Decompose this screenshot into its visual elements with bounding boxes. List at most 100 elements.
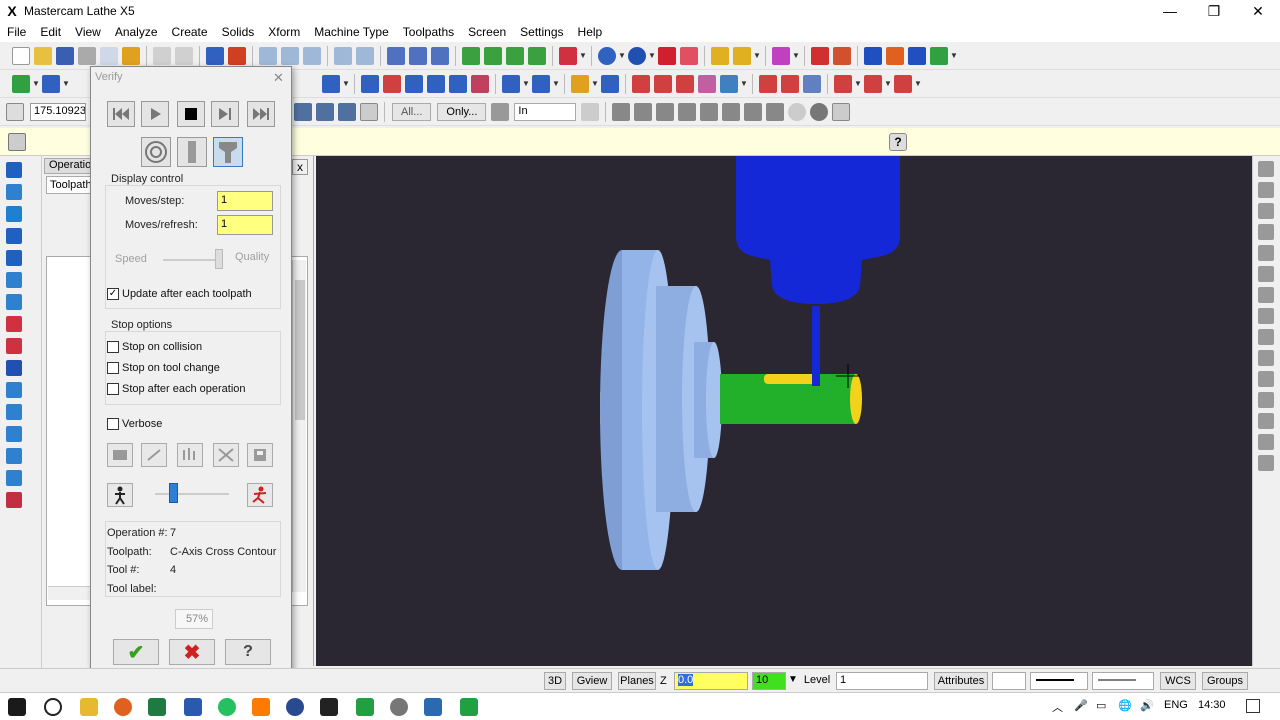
help-icon[interactable] [360,102,378,121]
select-all-button[interactable]: All... [392,102,432,121]
isometric-view-icon[interactable] [528,46,546,65]
pencil-icon[interactable] [711,46,729,65]
compare-button[interactable] [213,443,239,467]
solid-box-icon[interactable] [6,360,22,376]
whatsapp-icon[interactable] [218,698,236,716]
network-icon[interactable]: 🌐 [1118,699,1132,712]
view-3d-button[interactable]: 3D [544,672,566,690]
area-select-icon[interactable] [700,102,719,121]
point-icon[interactable] [12,74,30,93]
view-named-icon[interactable] [1258,413,1274,429]
measure-button[interactable] [141,443,167,467]
wire-shading-icon[interactable] [680,46,698,65]
view-rotate-icon[interactable] [1258,224,1274,240]
fillet-icon[interactable] [698,74,716,93]
step-button[interactable] [211,101,239,127]
planes-button[interactable]: Planes [618,672,656,690]
minimize-button[interactable]: — [1148,0,1192,22]
fast-point-icon[interactable] [338,102,356,121]
assembly-icon[interactable] [6,492,22,508]
box-icon[interactable] [6,272,22,288]
battery-icon[interactable]: ▭ [1096,699,1106,712]
camtasia-icon[interactable] [356,698,374,716]
open-folder-icon[interactable] [34,46,52,65]
verify-select-icon[interactable] [766,102,785,121]
language-indicator[interactable]: ENG [1164,699,1188,711]
illustrator-icon[interactable] [252,698,270,716]
menu-file[interactable]: File [0,25,33,39]
dimension-icon[interactable] [571,74,589,93]
operations-vertical-scrollbar[interactable] [292,260,306,592]
chamfer-icon[interactable] [676,74,694,93]
fast-forward-button[interactable] [247,101,275,127]
color-dropdown-icon[interactable]: ▼ [788,674,798,685]
drawing-icon[interactable] [6,470,22,486]
attributes-button[interactable]: Attributes [934,672,988,690]
prompt-help-icon[interactable]: ? [889,133,907,151]
moves-step-field[interactable]: 1 [217,191,273,211]
exit-icon[interactable] [930,46,948,65]
lathe-groove-icon[interactable] [803,74,821,93]
file-explorer-icon[interactable] [80,698,98,716]
moves-refresh-field[interactable]: 1 [217,215,273,235]
view-back-icon[interactable] [1258,245,1274,261]
translate-icon[interactable] [502,74,520,93]
view-top-icon[interactable] [1258,161,1274,177]
front-view-icon[interactable] [484,46,502,65]
close-button[interactable]: ✕ [1236,0,1280,22]
line-width-combo[interactable] [1092,672,1154,690]
extrude-icon[interactable] [6,294,22,310]
stop-button[interactable] [177,101,205,127]
wand-icon[interactable] [772,46,790,65]
draft-icon[interactable] [6,426,22,442]
line-style-combo[interactable] [1030,672,1088,690]
line-icon[interactable] [42,74,60,93]
menu-machine-type[interactable]: Machine Type [307,25,396,39]
screen-fit-icon[interactable] [228,46,246,65]
side-view-icon[interactable] [506,46,524,65]
select-help-icon[interactable] [832,102,851,121]
menu-settings[interactable]: Settings [513,25,570,39]
excel-icon[interactable] [148,698,166,716]
media-player-icon[interactable] [390,698,408,716]
cancel-button[interactable]: ✖ [169,639,215,665]
z-depth-field[interactable]: 0.0 [674,672,748,690]
word-icon[interactable] [184,698,202,716]
view-tplane-icon[interactable] [1258,371,1274,387]
no-select-icon[interactable] [788,102,807,121]
selection-mode-icon[interactable] [491,102,510,121]
sphere-icon[interactable] [628,46,646,65]
menu-screen[interactable]: Screen [461,25,513,39]
layout-icon[interactable] [6,448,22,464]
stop-after-operation-checkbox[interactable] [107,383,119,395]
trim-icon[interactable] [361,74,379,93]
dynamic-rotate-icon[interactable] [431,46,449,65]
rewind-button[interactable] [107,101,135,127]
view-right-icon[interactable] [1258,203,1274,219]
ok-button[interactable]: ✔ [113,639,159,665]
cube-icon[interactable] [6,250,22,266]
body-select-icon[interactable] [810,102,829,121]
solid-select-icon[interactable] [722,102,741,121]
backplot-icon[interactable] [864,46,882,65]
menu-view[interactable]: View [68,25,108,39]
selection-combo[interactable]: In [514,102,577,121]
stop-on-tool-change-checkbox[interactable] [107,362,119,374]
true-solid-mode-button[interactable] [213,137,243,167]
view-cplane-icon[interactable] [1258,350,1274,366]
lathe-point-icon[interactable] [322,74,340,93]
polygon-select-icon[interactable] [656,102,675,121]
slow-speed-button[interactable] [107,483,133,507]
modify-length-icon[interactable] [427,74,445,93]
view-normal-icon[interactable] [1258,329,1274,345]
unzoom-icon[interactable] [334,46,352,65]
fast-speed-button[interactable] [247,483,273,507]
view-left-icon[interactable] [1258,287,1274,303]
redo-icon[interactable] [175,46,193,65]
view-previous-icon[interactable] [1258,392,1274,408]
play-button[interactable] [141,101,169,127]
print-preview-icon[interactable] [100,46,118,65]
windows-start-icon[interactable] [8,698,26,716]
x-coordinate-icon[interactable] [6,102,24,121]
tray-chevron-icon[interactable]: ︿ [1052,699,1063,715]
